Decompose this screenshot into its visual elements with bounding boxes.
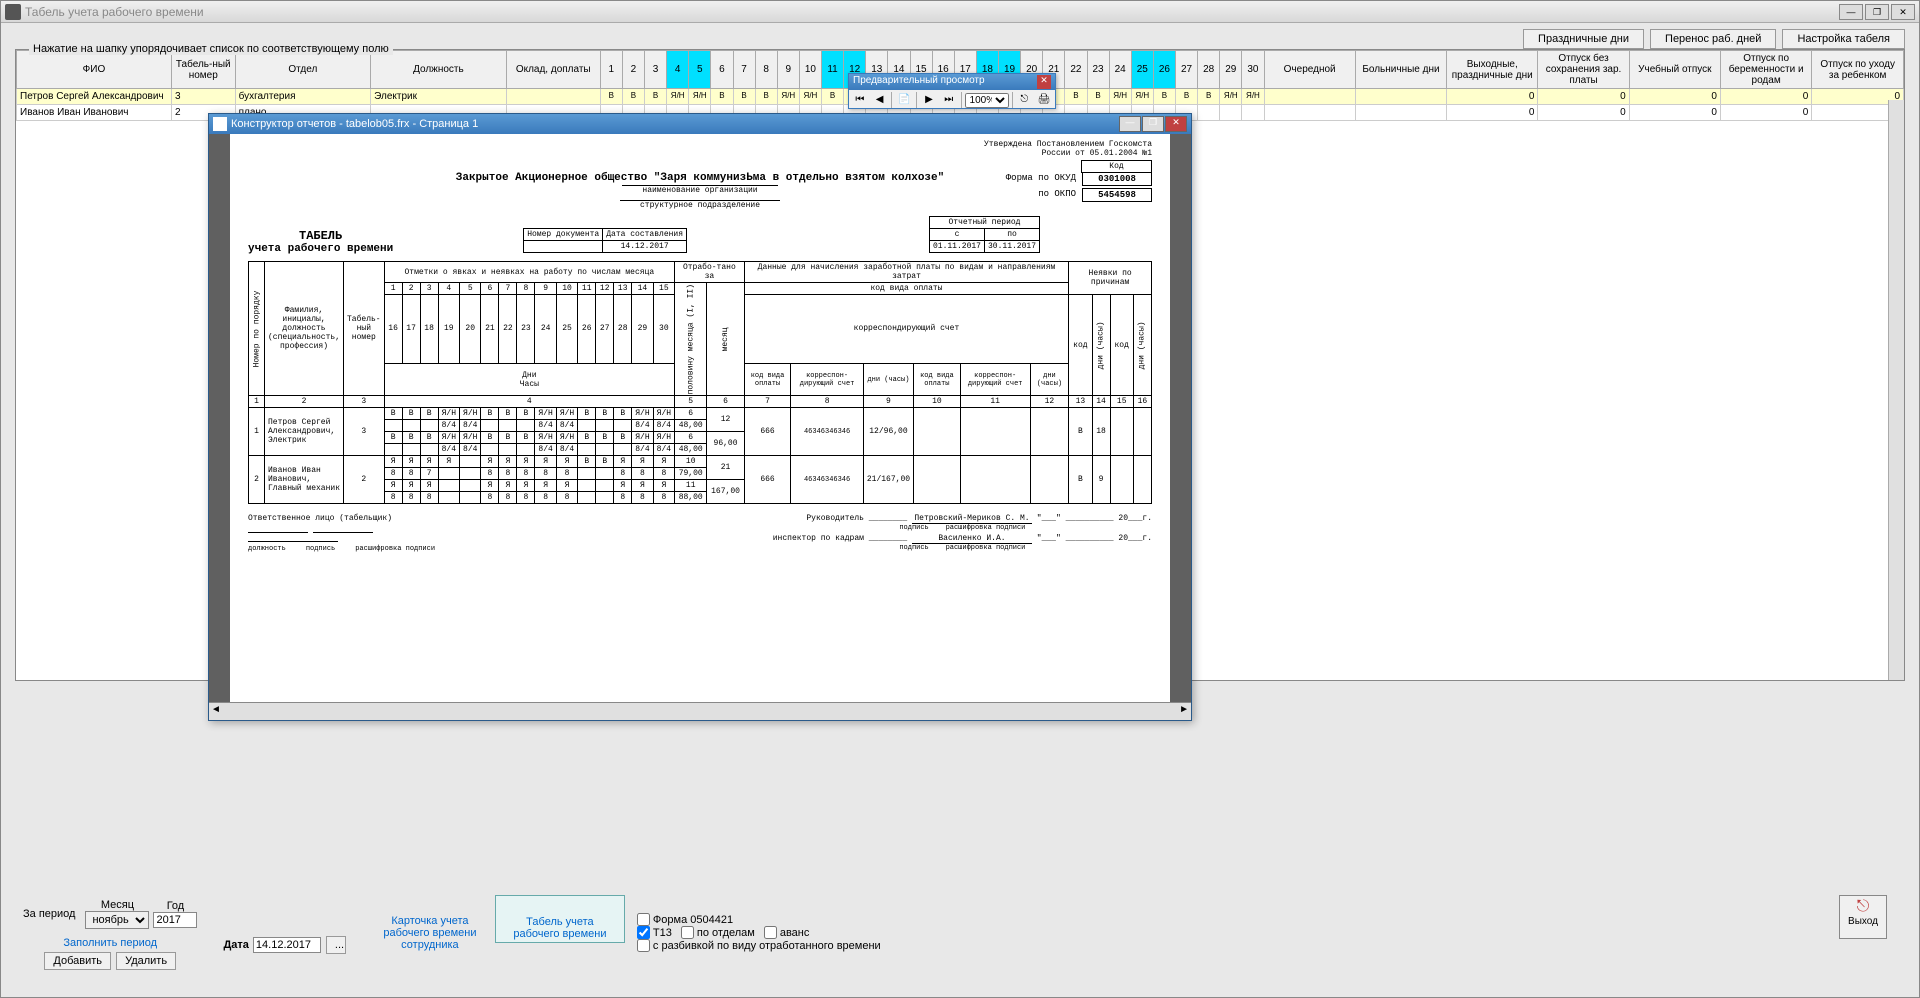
col-dept[interactable]: Отдел	[235, 51, 371, 89]
employee-card-link[interactable]: Карточка учета рабочего времени сотрудни…	[375, 913, 485, 953]
prev-page-icon[interactable]: ◀	[871, 92, 889, 108]
goto-page-icon[interactable]: 📄	[895, 92, 913, 108]
report-title: Конструктор отчетов - tabelob05.frx - Ст…	[231, 118, 478, 130]
print-icon[interactable]: 🖨	[1035, 92, 1053, 108]
minimize-button[interactable]: —	[1839, 4, 1863, 20]
by-type-checkbox[interactable]	[637, 939, 650, 952]
holidays-button[interactable]: Праздничные дни	[1523, 29, 1644, 49]
col-day-8[interactable]: 8	[755, 51, 777, 89]
grid-hint-label: Нажатие на шапку упорядочивает список по…	[29, 43, 393, 55]
col-day-9[interactable]: 9	[777, 51, 799, 89]
col-childcare[interactable]: Отпуск по уходу за ребенком	[1812, 51, 1904, 89]
col-fio[interactable]: ФИО	[17, 51, 172, 89]
col-day-3[interactable]: 3	[645, 51, 667, 89]
preview-toolbar-close[interactable]: ✕	[1037, 75, 1051, 89]
form-label: Форма 0504421	[653, 914, 733, 926]
app-icon	[5, 4, 21, 20]
report-window: Конструктор отчетов - tabelob05.frx - Ст…	[208, 113, 1192, 721]
col-day-5[interactable]: 5	[689, 51, 711, 89]
maximize-button[interactable]: ❐	[1865, 4, 1889, 20]
month-select[interactable]: ноябрь	[85, 911, 149, 929]
col-unpaid[interactable]: Отпуск без сохранения зар. платы	[1538, 51, 1629, 89]
report-scrollbar-h[interactable]	[209, 702, 1191, 720]
col-day-28[interactable]: 28	[1198, 51, 1220, 89]
col-day-22[interactable]: 22	[1065, 51, 1087, 89]
first-page-icon[interactable]: ⏮	[851, 92, 869, 108]
by-dept-checkbox[interactable]	[681, 926, 694, 939]
report-icon	[213, 117, 227, 131]
col-day-23[interactable]: 23	[1087, 51, 1109, 89]
close-button[interactable]: ✕	[1891, 4, 1915, 20]
col-day-29[interactable]: 29	[1220, 51, 1242, 89]
advance-checkbox[interactable]	[764, 926, 777, 939]
col-day-10[interactable]: 10	[799, 51, 821, 89]
col-day-1[interactable]: 1	[600, 51, 622, 89]
transfer-days-button[interactable]: Перенос раб. дней	[1650, 29, 1776, 49]
month-label: Месяц	[101, 899, 134, 911]
report-titlebar[interactable]: Конструктор отчетов - tabelob05.frx - Ст…	[209, 114, 1191, 134]
delete-button[interactable]: Удалить	[116, 952, 176, 970]
preview-toolbar[interactable]: Предварительный просмотр ✕ ⏮ ◀ 📄 ▶ ⏭ 100…	[848, 73, 1056, 109]
add-button[interactable]: Добавить	[44, 952, 111, 970]
col-maternity[interactable]: Отпуск по беременности и родам	[1720, 51, 1811, 89]
col-vacation[interactable]: Очередной	[1264, 51, 1355, 89]
main-titlebar: Табель учета рабочего времени — ❐ ✕	[1, 1, 1919, 23]
t13-checkbox[interactable]	[637, 926, 650, 939]
col-day-11[interactable]: 11	[822, 51, 844, 89]
exit-button[interactable]: ⎋ Выход	[1839, 895, 1887, 939]
year-input[interactable]	[153, 912, 197, 928]
preview-toolbar-title: Предварительный просмотр	[853, 75, 985, 89]
col-salary[interactable]: Оклад, доплаты	[506, 51, 600, 89]
col-day-26[interactable]: 26	[1153, 51, 1175, 89]
col-position[interactable]: Должность	[371, 51, 507, 89]
report-close[interactable]: ✕	[1165, 116, 1187, 132]
last-page-icon[interactable]: ⏭	[940, 92, 958, 108]
col-day-27[interactable]: 27	[1176, 51, 1198, 89]
timesheet-link[interactable]: Табель учета рабочего времени	[506, 914, 614, 942]
col-weekend[interactable]: Выходные, праздничные дни	[1447, 51, 1538, 89]
col-day-24[interactable]: 24	[1109, 51, 1131, 89]
col-day-4[interactable]: 4	[667, 51, 689, 89]
col-tabnum[interactable]: Табель-ный номер	[171, 51, 235, 89]
report-page: Утверждена Постановлением Госкомста Росс…	[230, 134, 1170, 702]
settings-button[interactable]: Настройка табеля	[1782, 29, 1905, 49]
col-day-2[interactable]: 2	[622, 51, 644, 89]
exit-icon: ⎋	[1840, 898, 1886, 916]
col-day-6[interactable]: 6	[711, 51, 733, 89]
fill-period-button[interactable]: Заполнить период	[23, 935, 197, 951]
date-label: Дата	[223, 939, 248, 951]
next-page-icon[interactable]: ▶	[920, 92, 938, 108]
year-label: Год	[167, 900, 185, 912]
form-0504421-checkbox[interactable]	[637, 913, 650, 926]
period-label: За период	[23, 908, 75, 920]
report-maximize[interactable]: ❐	[1142, 116, 1164, 132]
col-sick[interactable]: Больничные дни	[1355, 51, 1446, 89]
col-study[interactable]: Учебный отпуск	[1629, 51, 1720, 89]
window-title: Табель учета рабочего времени	[25, 5, 1839, 19]
date-picker-button[interactable]: ...	[326, 936, 346, 954]
grid-scrollbar-v[interactable]	[1888, 100, 1904, 680]
close-preview-icon[interactable]: ⎋	[1016, 92, 1034, 108]
zoom-select[interactable]: 100%	[965, 93, 1009, 108]
col-day-25[interactable]: 25	[1131, 51, 1153, 89]
col-day-30[interactable]: 30	[1242, 51, 1264, 89]
report-minimize[interactable]: —	[1119, 116, 1141, 132]
date-input[interactable]	[253, 937, 321, 953]
col-day-7[interactable]: 7	[733, 51, 755, 89]
